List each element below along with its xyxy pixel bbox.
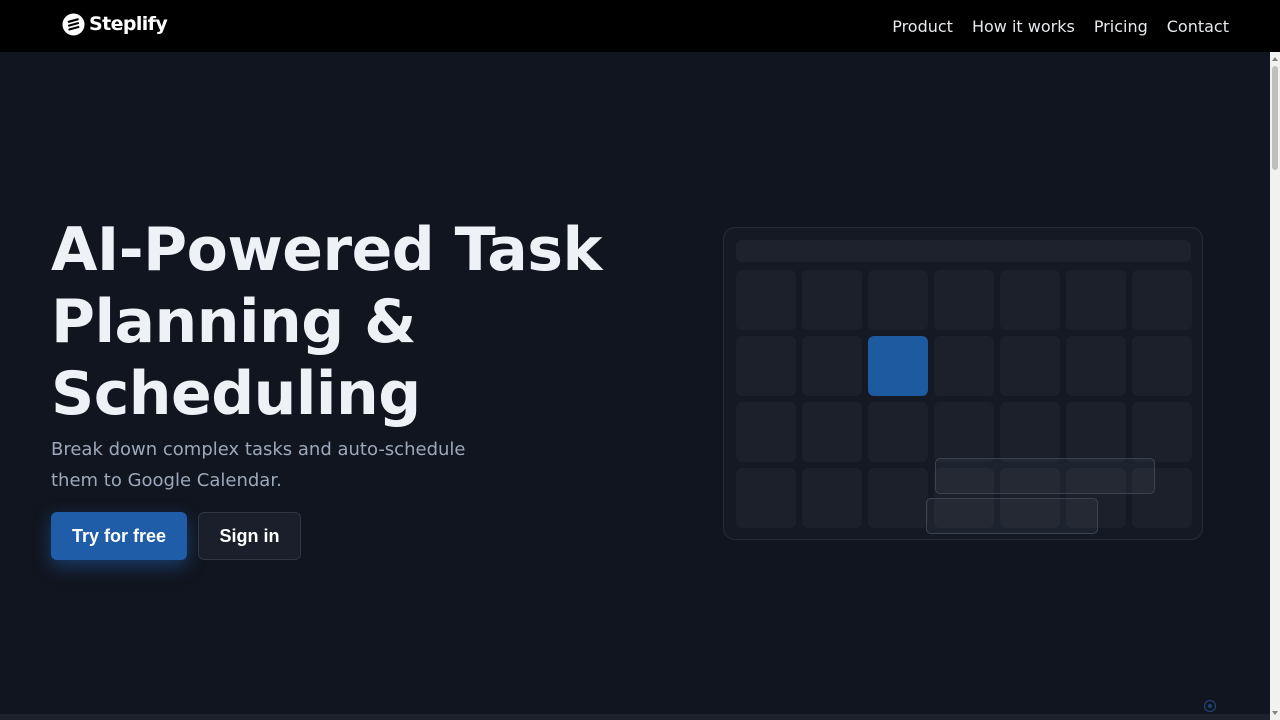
hero-section: AI-Powered Task Planning & Scheduling Br…	[0, 52, 1270, 714]
steplify-logo-icon	[62, 12, 85, 36]
nav-link-contact[interactable]: Contact	[1167, 14, 1229, 40]
nav-link-product[interactable]: Product	[892, 14, 953, 40]
calendar-cell	[736, 402, 796, 462]
calendar-cell	[802, 270, 862, 330]
calendar-cell	[802, 468, 862, 528]
hero-title-line: Scheduling	[51, 359, 421, 429]
calendar-cell	[1000, 402, 1060, 462]
gear-icon	[1203, 699, 1217, 713]
sign-in-button[interactable]: Sign in	[198, 512, 301, 560]
nav-link-pricing[interactable]: Pricing	[1094, 14, 1148, 40]
calendar-cell	[934, 402, 994, 462]
calendar-cell	[1132, 270, 1192, 330]
scroll-down-arrow-icon[interactable]	[1272, 711, 1278, 715]
calendar-cell	[868, 468, 928, 528]
calendar-preview-illustration	[723, 227, 1203, 540]
calendar-cell	[868, 270, 928, 330]
scroll-up-arrow-icon[interactable]	[1272, 57, 1278, 61]
calendar-cell	[1132, 402, 1192, 462]
nav-link-how-it-works[interactable]: How it works	[972, 14, 1075, 40]
calendar-cell	[1132, 336, 1192, 396]
calendar-cell	[802, 402, 862, 462]
calendar-header-bar	[736, 240, 1191, 262]
main-nav: Product How it works Pricing Contact	[892, 14, 1229, 40]
brand-logo[interactable]: Steplify	[62, 11, 168, 37]
scrollbar-thumb[interactable]	[1272, 66, 1278, 170]
hero-subtitle: Break down complex tasks and auto-schedu…	[51, 439, 466, 491]
horizontal-scrollbar-track	[0, 714, 1270, 720]
calendar-cell	[736, 468, 796, 528]
calendar-cell	[802, 336, 862, 396]
top-navigation-bar: Steplify Product How it works Pricing Co…	[0, 0, 1280, 52]
calendar-cell	[1066, 270, 1126, 330]
try-for-free-button[interactable]: Try for free	[51, 512, 187, 560]
calendar-cell	[934, 270, 994, 330]
calendar-cell	[1066, 402, 1126, 462]
hero-title: AI-Powered Task Planning & Scheduling	[51, 214, 602, 430]
calendar-cell	[1066, 336, 1126, 396]
vertical-scrollbar[interactable]	[1270, 52, 1280, 720]
brand-name: Steplify	[89, 13, 168, 35]
calendar-event-block	[926, 498, 1098, 534]
calendar-cell	[736, 270, 796, 330]
calendar-event-block	[935, 458, 1155, 494]
calendar-cell-highlighted	[868, 336, 928, 396]
hero-title-line: AI-Powered Task	[51, 215, 602, 285]
calendar-cell	[934, 336, 994, 396]
calendar-cell	[736, 336, 796, 396]
calendar-cell	[1000, 336, 1060, 396]
calendar-cell	[868, 402, 928, 462]
hero-title-line: Planning &	[51, 287, 416, 357]
calendar-cell	[1000, 270, 1060, 330]
